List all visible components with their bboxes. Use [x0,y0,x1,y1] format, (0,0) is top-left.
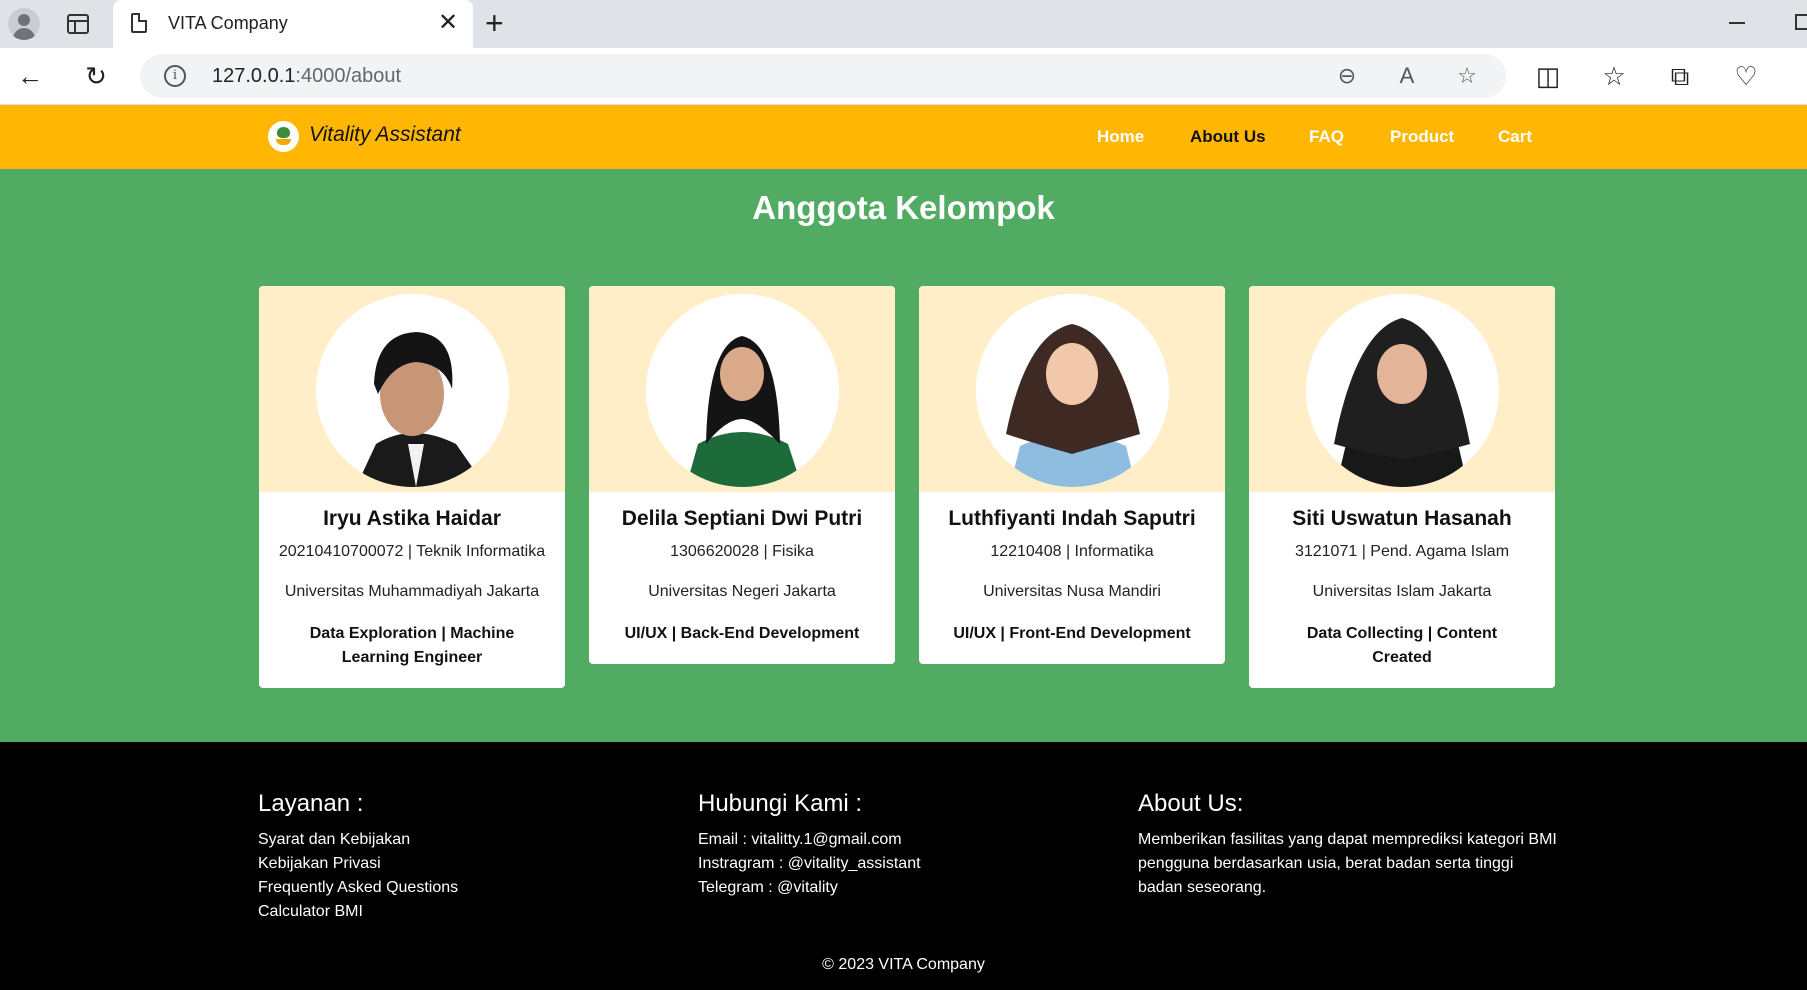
member-university: Universitas Nusa Mandiri [983,583,1161,600]
nav-home[interactable]: Home [1097,127,1144,147]
member-photo [316,294,509,487]
nav-product[interactable]: Product [1390,127,1454,147]
footer-contact-email: Email : vitalitty.1@gmail.com [698,831,902,848]
footer-about-text: Memberikan fasilitas yang dapat mempredi… [1138,831,1557,896]
footer-services: Layanan : Syarat dan Kebijakan Kebijakan… [258,790,458,924]
nav-cart[interactable]: Cart [1498,127,1532,147]
brand-name[interactable]: Vitality Assistant [309,123,461,147]
maximize-icon[interactable] [1795,14,1807,30]
favorite-star-icon[interactable]: ☆ [1453,62,1481,90]
footer-link-privacy[interactable]: Kebijakan Privasi [258,852,458,876]
member-name: Luthfiyanti Indah Saputri [948,507,1196,530]
address-bar[interactable]: i 127.0.0.1:4000/about ⊖ A ☆ [140,54,1506,98]
zoom-out-icon[interactable]: ⊖ [1333,62,1361,90]
member-role: UI/UX | Front-End Development [953,625,1191,642]
member-photo [646,294,839,487]
section-title: Anggota Kelompok [752,189,1055,226]
site-info-icon[interactable]: i [164,65,186,87]
nav-faq[interactable]: FAQ [1309,127,1344,147]
footer-about: About Us: Memberikan fasilitas yang dapa… [1138,790,1558,900]
footer-contact-title: Hubungi Kami : [698,790,863,817]
team-section: Anggota Kelompok Iryu Astika Haidar 2021… [0,169,1807,742]
member-role: UI/UX | Back-End Development [624,625,860,642]
footer-contact: Hubungi Kami : Email : vitalitty.1@gmail… [698,790,921,900]
page-icon [131,13,147,33]
member-role: Data Exploration | Machine Learning Engi… [309,625,515,666]
browser-toolbar: ← ↻ i 127.0.0.1:4000/about ⊖ A ☆ ◫ ☆ ⧉ ♡ [0,48,1807,105]
browser-tab[interactable]: VITA Company ✕ [113,0,473,48]
footer-services-title: Layanan : [258,790,364,817]
footer-contact-instagram: Instragram : @vitality_assistant [698,855,921,872]
footer-link-faq[interactable]: Frequently Asked Questions [258,876,458,900]
member-id-major: 12210408 | Informatika [990,543,1154,560]
member-id-major: 1306620028 | Fisika [670,543,814,560]
member-university: Universitas Islam Jakarta [1312,583,1492,600]
tab-actions-icon[interactable] [67,14,89,34]
read-aloud-icon[interactable]: A [1393,62,1421,90]
footer-contact-telegram: Telegram : @vitality [698,879,838,896]
footer-link-bmi-calculator[interactable]: Calculator BMI [258,900,458,924]
member-name: Siti Uswatun Hasanah [1292,507,1512,530]
footer-about-title: About Us: [1138,790,1244,817]
collections-icon[interactable]: ⧉ [1664,60,1696,92]
member-card: Siti Uswatun Hasanah 3121071 | Pend. Aga… [1249,286,1555,688]
nav-about-us[interactable]: About Us [1190,127,1266,147]
browser-tab-bar: VITA Company ✕ + [0,0,1807,48]
back-icon[interactable]: ← [14,60,46,92]
member-card: Luthfiyanti Indah Saputri 12210408 | Inf… [919,286,1225,664]
copyright: © 2023 VITA Company [822,956,985,973]
member-photo [1306,294,1499,487]
refresh-icon[interactable]: ↻ [80,60,112,92]
profile-icon[interactable] [8,8,40,40]
favorites-icon[interactable]: ☆ [1598,60,1630,92]
member-card: Delila Septiani Dwi Putri 1306620028 | F… [589,286,895,664]
member-role: Data Collecting | Content Created [1306,625,1498,666]
member-id-major: 20210410700072 | Teknik Informatika [278,543,546,560]
member-name: Delila Septiani Dwi Putri [621,507,863,530]
footer-link-terms[interactable]: Syarat dan Kebijakan [258,828,458,852]
site-header: Vitality Assistant Home About Us FAQ Pro… [0,105,1807,169]
close-tab-icon[interactable]: ✕ [438,9,458,37]
member-university: Universitas Negeri Jakarta [648,583,836,600]
member-photo [976,294,1169,487]
brand-logo[interactable] [268,121,299,152]
member-id-major: 3121071 | Pend. Agama Islam [1294,543,1510,560]
member-university: Universitas Muhammadiyah Jakarta [284,583,540,600]
tab-title: VITA Company [168,13,288,33]
url-text[interactable]: 127.0.0.1:4000/about [212,65,401,88]
split-screen-icon[interactable]: ◫ [1532,60,1564,92]
minimize-icon[interactable] [1729,22,1745,24]
member-card: Iryu Astika Haidar 20210410700072 | Tekn… [259,286,565,688]
browser-essentials-icon[interactable]: ♡ [1730,60,1762,92]
member-name: Iryu Astika Haidar [323,507,501,530]
site-footer: Layanan : Syarat dan Kebijakan Kebijakan… [0,742,1807,990]
new-tab-icon[interactable]: + [485,6,504,40]
